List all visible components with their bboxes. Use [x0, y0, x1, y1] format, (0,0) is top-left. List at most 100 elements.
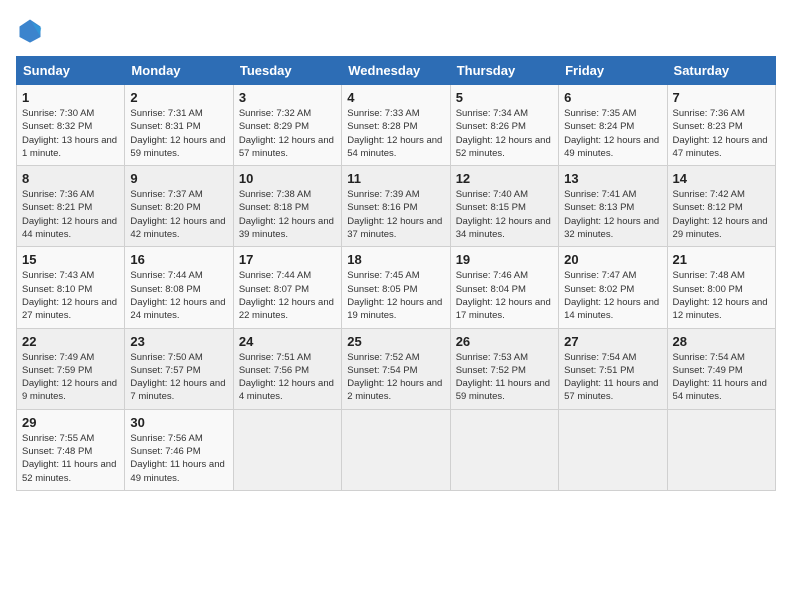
day-number: 6 — [564, 90, 661, 105]
sunset-text: Sunset: 8:15 PM — [456, 201, 553, 214]
sunset-text: Sunset: 8:28 PM — [347, 120, 444, 133]
sunset-text: Sunset: 8:05 PM — [347, 283, 444, 296]
header-sunday: Sunday — [17, 57, 125, 85]
day-number: 9 — [130, 171, 227, 186]
sunrise-text: Sunrise: 7:33 AM — [347, 107, 444, 120]
day-info: Sunrise: 7:55 AM Sunset: 7:48 PM Dayligh… — [22, 432, 119, 485]
calendar-cell: 10 Sunrise: 7:38 AM Sunset: 8:18 PM Dayl… — [233, 166, 341, 247]
day-number: 16 — [130, 252, 227, 267]
sunset-text: Sunset: 7:54 PM — [347, 364, 444, 377]
day-number: 29 — [22, 415, 119, 430]
day-info: Sunrise: 7:40 AM Sunset: 8:15 PM Dayligh… — [456, 188, 553, 241]
sunset-text: Sunset: 7:51 PM — [564, 364, 661, 377]
daylight-text: Daylight: 12 hours and 7 minutes. — [130, 377, 227, 404]
daylight-text: Daylight: 13 hours and 1 minute. — [22, 134, 119, 161]
daylight-text: Daylight: 12 hours and 19 minutes. — [347, 296, 444, 323]
day-info: Sunrise: 7:54 AM Sunset: 7:49 PM Dayligh… — [673, 351, 770, 404]
logo — [16, 16, 48, 44]
daylight-text: Daylight: 12 hours and 22 minutes. — [239, 296, 336, 323]
calendar-cell: 21 Sunrise: 7:48 AM Sunset: 8:00 PM Dayl… — [667, 247, 775, 328]
sunset-text: Sunset: 8:23 PM — [673, 120, 770, 133]
calendar-cell: 29 Sunrise: 7:55 AM Sunset: 7:48 PM Dayl… — [17, 409, 125, 490]
sunrise-text: Sunrise: 7:55 AM — [22, 432, 119, 445]
page-header — [16, 16, 776, 44]
day-info: Sunrise: 7:50 AM Sunset: 7:57 PM Dayligh… — [130, 351, 227, 404]
sunset-text: Sunset: 7:49 PM — [673, 364, 770, 377]
day-number: 14 — [673, 171, 770, 186]
sunrise-text: Sunrise: 7:56 AM — [130, 432, 227, 445]
daylight-text: Daylight: 12 hours and 52 minutes. — [456, 134, 553, 161]
day-info: Sunrise: 7:44 AM Sunset: 8:08 PM Dayligh… — [130, 269, 227, 322]
calendar-cell: 7 Sunrise: 7:36 AM Sunset: 8:23 PM Dayli… — [667, 85, 775, 166]
calendar-table: Sunday Monday Tuesday Wednesday Thursday… — [16, 56, 776, 491]
daylight-text: Daylight: 12 hours and 49 minutes. — [564, 134, 661, 161]
day-number: 20 — [564, 252, 661, 267]
sunrise-text: Sunrise: 7:38 AM — [239, 188, 336, 201]
header-friday: Friday — [559, 57, 667, 85]
sunrise-text: Sunrise: 7:43 AM — [22, 269, 119, 282]
daylight-text: Daylight: 12 hours and 34 minutes. — [456, 215, 553, 242]
calendar-cell: 24 Sunrise: 7:51 AM Sunset: 7:56 PM Dayl… — [233, 328, 341, 409]
sunrise-text: Sunrise: 7:54 AM — [673, 351, 770, 364]
daylight-text: Daylight: 12 hours and 14 minutes. — [564, 296, 661, 323]
sunrise-text: Sunrise: 7:48 AM — [673, 269, 770, 282]
daylight-text: Daylight: 12 hours and 2 minutes. — [347, 377, 444, 404]
sunset-text: Sunset: 7:59 PM — [22, 364, 119, 377]
calendar-cell: 22 Sunrise: 7:49 AM Sunset: 7:59 PM Dayl… — [17, 328, 125, 409]
sunset-text: Sunset: 8:04 PM — [456, 283, 553, 296]
daylight-text: Daylight: 11 hours and 54 minutes. — [673, 377, 770, 404]
day-info: Sunrise: 7:31 AM Sunset: 8:31 PM Dayligh… — [130, 107, 227, 160]
daylight-text: Daylight: 12 hours and 9 minutes. — [22, 377, 119, 404]
day-info: Sunrise: 7:36 AM Sunset: 8:23 PM Dayligh… — [673, 107, 770, 160]
calendar-cell: 3 Sunrise: 7:32 AM Sunset: 8:29 PM Dayli… — [233, 85, 341, 166]
day-number: 22 — [22, 334, 119, 349]
calendar-cell: 8 Sunrise: 7:36 AM Sunset: 8:21 PM Dayli… — [17, 166, 125, 247]
calendar-cell: 5 Sunrise: 7:34 AM Sunset: 8:26 PM Dayli… — [450, 85, 558, 166]
calendar-cell: 23 Sunrise: 7:50 AM Sunset: 7:57 PM Dayl… — [125, 328, 233, 409]
day-number: 19 — [456, 252, 553, 267]
sunrise-text: Sunrise: 7:41 AM — [564, 188, 661, 201]
day-info: Sunrise: 7:34 AM Sunset: 8:26 PM Dayligh… — [456, 107, 553, 160]
daylight-text: Daylight: 12 hours and 54 minutes. — [347, 134, 444, 161]
day-info: Sunrise: 7:41 AM Sunset: 8:13 PM Dayligh… — [564, 188, 661, 241]
day-number: 4 — [347, 90, 444, 105]
sunset-text: Sunset: 7:52 PM — [456, 364, 553, 377]
calendar-cell: 25 Sunrise: 7:52 AM Sunset: 7:54 PM Dayl… — [342, 328, 450, 409]
calendar-cell: 19 Sunrise: 7:46 AM Sunset: 8:04 PM Dayl… — [450, 247, 558, 328]
daylight-text: Daylight: 12 hours and 39 minutes. — [239, 215, 336, 242]
day-number: 12 — [456, 171, 553, 186]
logo-icon — [16, 16, 44, 44]
daylight-text: Daylight: 12 hours and 42 minutes. — [130, 215, 227, 242]
calendar-row: 15 Sunrise: 7:43 AM Sunset: 8:10 PM Dayl… — [17, 247, 776, 328]
daylight-text: Daylight: 11 hours and 57 minutes. — [564, 377, 661, 404]
daylight-text: Daylight: 12 hours and 17 minutes. — [456, 296, 553, 323]
day-number: 26 — [456, 334, 553, 349]
day-info: Sunrise: 7:36 AM Sunset: 8:21 PM Dayligh… — [22, 188, 119, 241]
sunset-text: Sunset: 8:29 PM — [239, 120, 336, 133]
day-number: 8 — [22, 171, 119, 186]
sunset-text: Sunset: 8:12 PM — [673, 201, 770, 214]
calendar-cell: 28 Sunrise: 7:54 AM Sunset: 7:49 PM Dayl… — [667, 328, 775, 409]
sunrise-text: Sunrise: 7:31 AM — [130, 107, 227, 120]
day-info: Sunrise: 7:48 AM Sunset: 8:00 PM Dayligh… — [673, 269, 770, 322]
daylight-text: Daylight: 12 hours and 37 minutes. — [347, 215, 444, 242]
sunrise-text: Sunrise: 7:37 AM — [130, 188, 227, 201]
calendar-cell — [667, 409, 775, 490]
daylight-text: Daylight: 11 hours and 49 minutes. — [130, 458, 227, 485]
calendar-cell: 12 Sunrise: 7:40 AM Sunset: 8:15 PM Dayl… — [450, 166, 558, 247]
day-info: Sunrise: 7:39 AM Sunset: 8:16 PM Dayligh… — [347, 188, 444, 241]
day-info: Sunrise: 7:43 AM Sunset: 8:10 PM Dayligh… — [22, 269, 119, 322]
sunset-text: Sunset: 8:10 PM — [22, 283, 119, 296]
calendar-row: 29 Sunrise: 7:55 AM Sunset: 7:48 PM Dayl… — [17, 409, 776, 490]
sunrise-text: Sunrise: 7:36 AM — [673, 107, 770, 120]
header-thursday: Thursday — [450, 57, 558, 85]
day-info: Sunrise: 7:51 AM Sunset: 7:56 PM Dayligh… — [239, 351, 336, 404]
sunset-text: Sunset: 8:26 PM — [456, 120, 553, 133]
day-number: 13 — [564, 171, 661, 186]
day-info: Sunrise: 7:42 AM Sunset: 8:12 PM Dayligh… — [673, 188, 770, 241]
day-number: 30 — [130, 415, 227, 430]
sunset-text: Sunset: 8:32 PM — [22, 120, 119, 133]
sunset-text: Sunset: 8:21 PM — [22, 201, 119, 214]
sunset-text: Sunset: 8:31 PM — [130, 120, 227, 133]
sunset-text: Sunset: 7:57 PM — [130, 364, 227, 377]
